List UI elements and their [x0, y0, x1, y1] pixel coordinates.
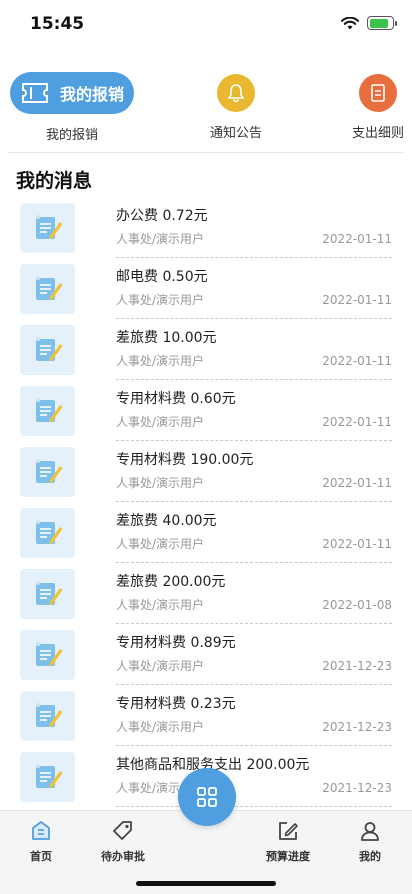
message-date: 2021-12-23: [322, 659, 392, 673]
message-date: 2022-01-11: [322, 293, 392, 307]
message-item[interactable]: 专用材料费 190.00元 人事处/演示用户 2022-01-11: [0, 441, 412, 502]
message-title: 差旅费 10.00元: [116, 330, 217, 346]
message-title: 办公费 0.72元: [116, 208, 208, 224]
document-pen-icon: [35, 459, 62, 483]
message-item[interactable]: 差旅费 10.00元 人事处/演示用户 2022-01-11: [0, 319, 412, 380]
message-title: 差旅费 40.00元: [116, 513, 217, 529]
message-thumbnail: [20, 691, 75, 741]
message-date: 2022-01-11: [322, 476, 392, 490]
my-reimbursement-pill[interactable]: 我的报销: [10, 72, 134, 114]
message-title: 专用材料费 0.60元: [116, 391, 236, 407]
message-subtitle: 人事处/演示用户: [116, 293, 205, 307]
message-date: 2022-01-11: [322, 415, 392, 429]
message-date: 2022-01-11: [322, 232, 392, 246]
section-divider: [8, 152, 404, 153]
wifi-icon: [341, 16, 359, 29]
tab-pending-approval[interactable]: 待办审批: [88, 819, 158, 864]
tab-label: 待办审批: [101, 850, 145, 863]
grid-icon: [197, 787, 217, 807]
message-subtitle: 人事处/演示用户: [116, 537, 205, 551]
message-thumbnail: [20, 447, 75, 497]
document-pen-icon: [35, 276, 62, 300]
message-thumbnail: [20, 386, 75, 436]
ticket-icon: [22, 83, 48, 103]
message-date: 2022-01-11: [322, 354, 392, 368]
center-apps-button[interactable]: [178, 768, 236, 826]
quick-nav-label: 通知公告: [209, 126, 262, 141]
message-subtitle: 人事处/演示用户: [116, 598, 205, 612]
message-item[interactable]: 邮电费 0.50元 人事处/演示用户 2022-01-11: [0, 258, 412, 319]
message-thumbnail: [20, 264, 75, 314]
message-subtitle: 人事处/演示用户: [116, 232, 205, 246]
message-thumbnail: [20, 630, 75, 680]
message-subtitle: 人事处/演示用户: [116, 354, 205, 368]
message-subtitle: 人事处/演示用户: [116, 476, 205, 490]
message-date: 2021-12-23: [322, 781, 392, 795]
document-pen-icon: [35, 520, 62, 544]
pill-label: 我的报销: [60, 85, 125, 104]
message-title: 差旅费 200.00元: [116, 574, 226, 590]
message-thumbnail: [20, 569, 75, 619]
quick-nav-label: 我的报销: [45, 128, 98, 143]
document-pen-icon: [35, 642, 62, 666]
message-date: 2022-01-08: [322, 598, 392, 612]
battery-icon: [367, 16, 397, 30]
message-subtitle: 人事处/演示用户: [116, 720, 205, 734]
document-pen-icon: [35, 764, 62, 788]
tab-budget-progress[interactable]: 预算进度: [253, 819, 323, 864]
status-icons: [341, 16, 397, 30]
message-item[interactable]: 专用材料费 0.23元 人事处/演示用户 2021-12-23: [0, 685, 412, 746]
message-thumbnail: [20, 203, 75, 253]
quick-nav-my-reimbursement[interactable]: 我的报销 我的报销: [0, 72, 144, 143]
document-icon: [371, 84, 385, 102]
user-icon: [361, 822, 379, 841]
message-item[interactable]: 专用材料费 0.89元 人事处/演示用户 2021-12-23: [0, 624, 412, 685]
message-thumbnail: [20, 508, 75, 558]
message-date: 2022-01-11: [322, 537, 392, 551]
message-item[interactable]: 专用材料费 0.60元 人事处/演示用户 2022-01-11: [0, 380, 412, 441]
message-list: 办公费 0.72元 人事处/演示用户 2022-01-11 邮电费 0.50元 人事处/…: [0, 197, 412, 807]
message-item[interactable]: 差旅费 40.00元 人事处/演示用户 2022-01-11: [0, 502, 412, 563]
message-item[interactable]: 办公费 0.72元 人事处/演示用户 2022-01-11: [0, 197, 412, 258]
message-title: 专用材料费 0.89元: [116, 635, 236, 651]
message-date: 2021-12-23: [322, 720, 392, 734]
message-subtitle: 人事处/演示用户: [116, 415, 205, 429]
message-item[interactable]: 差旅费 200.00元 人事处/演示用户 2022-01-08: [0, 563, 412, 624]
messages-section-title: 我的消息: [16, 170, 93, 192]
message-thumbnail: [20, 752, 75, 802]
document-pen-icon: [35, 215, 62, 239]
tab-label: 我的: [359, 850, 381, 863]
quick-nav-label: 支出细则: [351, 126, 404, 141]
message-separator: [116, 806, 392, 807]
document-pen-icon: [35, 581, 62, 605]
message-thumbnail: [20, 325, 75, 375]
tab-mine[interactable]: 我的: [335, 819, 405, 864]
quick-nav-expense-rules[interactable]: 支出细则: [342, 72, 412, 141]
home-indicator: [136, 881, 276, 886]
bell-icon: [227, 84, 245, 103]
status-time: 15:45: [30, 14, 85, 34]
document-pen-icon: [35, 703, 62, 727]
edit-icon: [279, 822, 298, 840]
tag-icon: [113, 821, 132, 840]
tab-label: 预算进度: [266, 850, 310, 863]
doc-circle[interactable]: [359, 74, 397, 112]
message-title: 专用材料费 190.00元: [116, 452, 254, 468]
tab-home[interactable]: 首页: [6, 819, 76, 864]
document-pen-icon: [35, 398, 62, 422]
tab-label: 首页: [30, 850, 52, 863]
home-icon: [32, 821, 50, 840]
message-title: 邮电费 0.50元: [116, 269, 208, 285]
message-subtitle: 人事处/演示用户: [116, 659, 205, 673]
status-bar: 15:45: [0, 0, 412, 50]
bell-circle[interactable]: [217, 74, 255, 112]
message-title: 专用材料费 0.23元: [116, 696, 236, 712]
document-pen-icon: [35, 337, 62, 361]
quick-nav: 我的报销 我的报销 通知公告 支出细则: [0, 72, 412, 143]
quick-nav-notice[interactable]: 通知公告: [196, 72, 276, 141]
